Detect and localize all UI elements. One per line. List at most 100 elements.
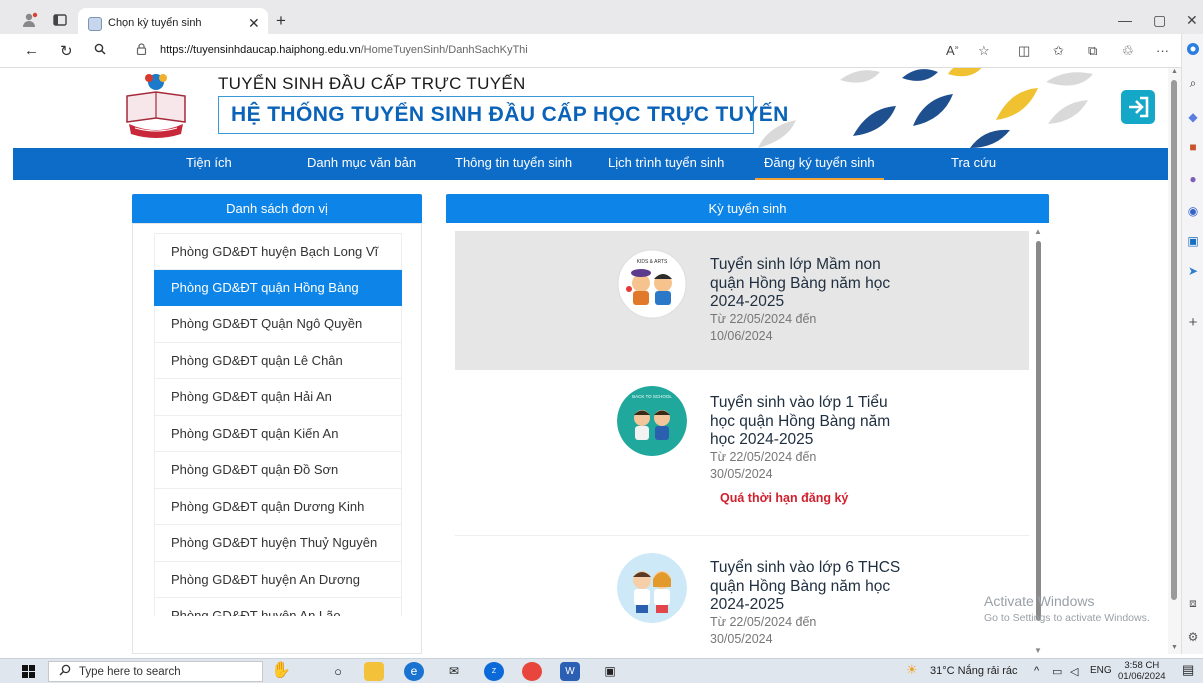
search-highlight-icon[interactable]: ✋ <box>271 660 291 680</box>
term-scroll-up-icon[interactable]: ▲ <box>1034 227 1042 236</box>
term-list: KIDS & ARTS Tuyển sinh lớp Mầm non quận … <box>455 231 1029 654</box>
unit-item[interactable]: Phòng GD&ĐT quận Hải An <box>154 379 402 416</box>
main-nav: Tiện ích Danh mục văn bản Thông tin tuyể… <box>13 148 1168 180</box>
term-image-back-to-school[interactable]: BACK TO SCHOOL <box>617 386 687 456</box>
restore-icon[interactable]: ▢ <box>1153 12 1166 29</box>
unit-item[interactable]: Phòng GD&ĐT quận Kiến An <box>154 415 402 452</box>
watermark-line2: Go to Settings to activate Windows. <box>984 612 1150 624</box>
term-title[interactable]: Tuyển sinh lớp Mầm non quận Hồng Bàng nă… <box>710 256 910 312</box>
language-indicator[interactable]: ENG <box>1090 665 1112 676</box>
tab-actions-icon[interactable] <box>52 12 68 28</box>
new-tab-icon[interactable]: + <box>276 11 286 31</box>
copilot-icon[interactable] <box>1186 42 1200 56</box>
unit-item[interactable]: Phòng GD&ĐT quận Dương Kinh <box>154 488 402 525</box>
close-window-icon[interactable]: ✕ <box>1186 12 1198 29</box>
term-date: Từ 22/05/2024 đến 30/05/2024 <box>710 615 817 646</box>
windows-start-icon[interactable] <box>22 665 35 678</box>
sidebar-settings-icon[interactable]: ⚙ <box>1186 630 1200 644</box>
site-subtitle: TUYỂN SINH ĐẦU CẤP TRỰC TUYẾN <box>218 74 526 93</box>
term-image-students[interactable] <box>617 553 687 623</box>
minimize-icon[interactable]: — <box>1118 12 1132 28</box>
search-icon[interactable] <box>94 43 106 58</box>
volume-icon[interactable]: ◁ <box>1070 665 1078 678</box>
taskbar-search-box[interactable]: Type here to search ✋ <box>48 661 291 682</box>
term-card-mam-non[interactable]: KIDS & ARTS Tuyển sinh lớp Mầm non quận … <box>455 231 1029 370</box>
tray-chevron-icon[interactable]: ^ <box>1034 665 1039 677</box>
page-scroll-down-icon[interactable]: ▼ <box>1171 644 1178 651</box>
tools-icon[interactable]: ■ <box>1186 140 1200 154</box>
lock-icon[interactable] <box>136 43 147 58</box>
site-title: HỆ THỐNG TUYỂN SINH ĐẦU CẤP HỌC TRỰC TUY… <box>231 103 789 126</box>
split-screen-icon[interactable]: ◫ <box>1018 43 1030 59</box>
term-scroll-down-icon[interactable]: ▼ <box>1034 646 1042 654</box>
chrome-icon[interactable] <box>522 662 542 681</box>
refresh-icon[interactable]: ↻ <box>60 42 73 60</box>
network-icon[interactable]: ▭ <box>1052 665 1062 678</box>
weather-icon[interactable]: ☀ <box>906 662 918 678</box>
unit-item-selected[interactable]: Phòng GD&ĐT quận Hồng Bàng <box>154 269 402 306</box>
people-icon[interactable]: ● <box>1186 172 1200 186</box>
url-host: https://tuyensinhdaucap.haiphong.edu.vn <box>160 44 361 56</box>
file-explorer-icon[interactable] <box>364 662 384 681</box>
clock-time: 3:58 CH <box>1124 660 1160 671</box>
outlook-icon[interactable]: ▣ <box>1186 234 1200 248</box>
page-scrollbar[interactable]: ▲ ▼ <box>1168 68 1181 654</box>
weather-text[interactable]: 31°C Nắng rải rác <box>930 665 1018 677</box>
screenshot-icon[interactable]: ⧈ <box>1186 596 1200 610</box>
address-bar[interactable]: https://tuyensinhdaucap.haiphong.edu.vn/… <box>124 39 1014 63</box>
term-title[interactable]: Tuyển sinh vào lớp 6 THCS quận Hồng Bàng… <box>710 559 910 615</box>
web-page: TUYỂN SINH ĐẦU CẤP TRỰC TUYẾN HỆ THỐNG T… <box>13 68 1168 654</box>
term-card-lop-6[interactable]: Tuyển sinh vào lớp 6 THCS quận Hồng Bàng… <box>455 537 1029 654</box>
profile-icon[interactable] <box>22 12 38 28</box>
screen: Chọn kỳ tuyển sinh ✕ + — ▢ ✕ ← ↻ https:/… <box>0 0 1203 683</box>
sidebar-search-icon[interactable]: ⌕ <box>1186 76 1200 90</box>
term-image-label: BACK TO SCHOOL <box>632 394 672 399</box>
task-view-icon[interactable]: ○ <box>328 662 348 681</box>
nav-dang-ky-tuyen-sinh[interactable]: Đăng ký tuyển sinh <box>755 148 884 180</box>
unit-list[interactable]: Phòng GD&ĐT huyện Bạch Long Vĩ Phòng GD&… <box>154 233 402 616</box>
unit-item[interactable]: Phòng GD&ĐT huyện An Lão <box>154 598 402 616</box>
nav-thong-tin-tuyen-sinh[interactable]: Thông tin tuyển sinh <box>455 148 572 180</box>
url-path: /HomeTuyenSinh/DanhSachKyThi <box>360 44 528 56</box>
page-scroll-up-icon[interactable]: ▲ <box>1171 68 1178 75</box>
edge-taskbar-icon[interactable]: e <box>404 662 424 681</box>
term-image-kids-arts[interactable]: KIDS & ARTS <box>617 249 687 319</box>
unit-item[interactable]: Phòng GD&ĐT Quận Ngô Quyền <box>154 306 402 343</box>
games-icon[interactable]: ◉ <box>1186 204 1200 218</box>
read-aloud-icon[interactable]: A» <box>946 43 959 58</box>
term-card-lop-1[interactable]: BACK TO SCHOOL Tuyển sinh vào lớp 1 Tiểu… <box>455 370 1029 536</box>
unit-item[interactable]: Phòng GD&ĐT huyện Thuỷ Nguyên <box>154 525 402 562</box>
close-tab-icon[interactable]: ✕ <box>248 15 260 32</box>
collections-icon[interactable]: ⧉ <box>1088 43 1097 59</box>
unit-item[interactable]: Phòng GD&ĐT quận Đồ Sơn <box>154 452 402 489</box>
favorites-icon[interactable]: ✩ <box>1053 43 1064 59</box>
nav-tra-cuu[interactable]: Tra cứu <box>951 148 996 180</box>
unit-item[interactable]: Phòng GD&ĐT huyện An Dương <box>154 561 402 598</box>
more-icon[interactable]: ··· <box>1156 43 1169 58</box>
site-logo-icon[interactable] <box>121 70 191 142</box>
add-sidebar-icon[interactable]: + <box>1186 315 1200 330</box>
shopping-tag-icon[interactable]: ◆ <box>1186 110 1200 124</box>
extensions-icon[interactable]: ♲ <box>1122 43 1134 59</box>
back-icon[interactable]: ← <box>24 42 39 59</box>
term-date: Từ 22/05/2024 đến 30/05/2024 <box>710 450 817 481</box>
nav-lich-trinh-tuyen-sinh[interactable]: Lịch trình tuyển sinh <box>608 148 724 180</box>
taskbar-search-icon <box>59 664 71 679</box>
page-scroll-thumb[interactable] <box>1171 80 1177 600</box>
favicon-icon <box>88 17 102 31</box>
unit-item[interactable]: Phòng GD&ĐT huyện Bạch Long Vĩ <box>154 233 402 270</box>
nav-danh-muc-van-ban[interactable]: Danh mục văn bản <box>307 148 416 180</box>
notification-icon[interactable]: ▤ <box>1182 662 1194 678</box>
clock[interactable]: 3:58 CH 01/06/2024 <box>1118 660 1166 682</box>
word-icon[interactable]: W <box>560 662 580 681</box>
login-button[interactable] <box>1121 90 1155 124</box>
term-list-scrollbar[interactable] <box>1036 241 1041 621</box>
favorite-star-icon[interactable]: ☆ <box>978 43 990 59</box>
term-title[interactable]: Tuyển sinh vào lớp 1 Tiểu học quận Hồng … <box>710 394 910 450</box>
zalo-icon[interactable]: Z <box>484 662 504 681</box>
nav-tien-ich[interactable]: Tiện ích <box>186 148 232 180</box>
unit-item[interactable]: Phòng GD&ĐT quận Lê Chân <box>154 342 402 379</box>
telegram-icon[interactable]: ➤ <box>1186 264 1200 278</box>
photos-icon[interactable]: ▣ <box>600 662 620 681</box>
mail-icon[interactable]: ✉ <box>444 662 464 681</box>
